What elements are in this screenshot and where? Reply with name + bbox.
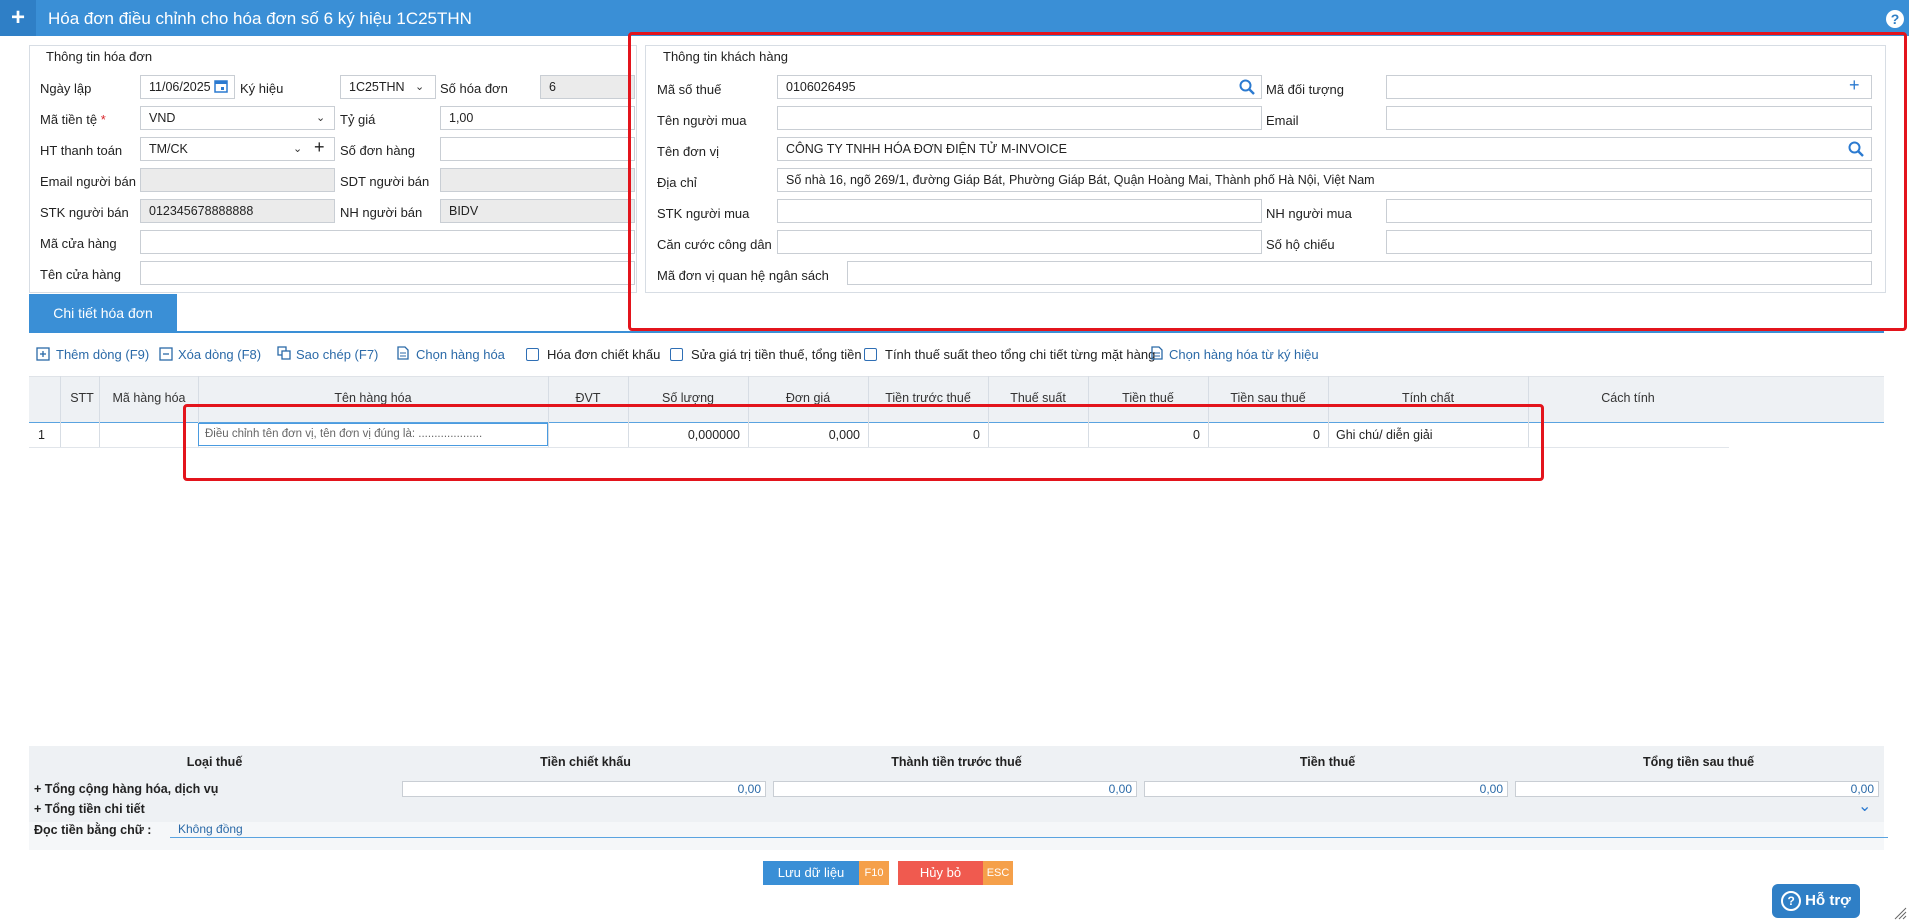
- ma-tien-te-select[interactable]: VND: [140, 106, 335, 130]
- column-header: Thuế suất: [1010, 391, 1066, 405]
- add-row-icon[interactable]: [36, 347, 50, 361]
- column-header: Tiền trước thuế: [885, 391, 971, 405]
- cancel-button[interactable]: Hủy bỏ: [898, 861, 983, 885]
- email-nguoi-ban-field: [140, 168, 335, 192]
- add-icon[interactable]: +: [0, 0, 36, 36]
- row-highlight-box: [183, 404, 1544, 481]
- total-tax-value: 0,00: [1144, 781, 1508, 797]
- sdt-nguoi-ban-label: SDT người bán: [340, 174, 430, 189]
- edit-tax-total-checkbox[interactable]: [670, 348, 683, 361]
- column-header: STT: [70, 391, 94, 405]
- amount-words-label: Đọc tiền bằng chữ :: [34, 823, 152, 837]
- help-button[interactable]: ? Hỗ trợ: [1772, 884, 1860, 918]
- column-header: ĐVT: [575, 391, 601, 405]
- chevron-down-icon[interactable]: ⌄: [293, 142, 302, 155]
- window-title: Hóa đơn điều chỉnh cho hóa đơn số 6 ký h…: [48, 9, 472, 28]
- calc-tax-rate-checkbox[interactable]: [864, 348, 877, 361]
- document-icon[interactable]: [1151, 346, 1163, 360]
- ty-gia-field[interactable]: 1,00: [440, 106, 635, 130]
- so-hoa-don-field: 6: [540, 75, 635, 99]
- email-nguoi-ban-label: Email người bán: [40, 174, 136, 189]
- question-icon: ?: [1781, 891, 1802, 912]
- column-header: Cách tính: [1601, 391, 1655, 405]
- choose-goods-from-symbol-button[interactable]: Chọn hàng hóa từ ký hiệu: [1169, 347, 1319, 362]
- copy-icon[interactable]: [277, 346, 291, 360]
- nh-nguoi-ban-field: BIDV: [440, 199, 635, 223]
- ty-gia-label: Tỷ giá: [340, 112, 376, 127]
- column-header: Tiền thuế: [1122, 391, 1174, 405]
- total-detail-label[interactable]: + Tổng tiền chi tiết: [34, 802, 145, 816]
- ma-cua-hang-field[interactable]: [140, 230, 635, 254]
- calendar-icon[interactable]: [214, 79, 228, 93]
- ma-cua-hang-label: Mã cửa hàng: [40, 236, 117, 251]
- column-header: Tên hàng hóa: [334, 391, 412, 405]
- so-don-hang-label: Số đơn hàng: [340, 143, 416, 158]
- choose-goods-button[interactable]: Chọn hàng hóa: [416, 347, 505, 362]
- help-icon[interactable]: ?: [1886, 10, 1904, 28]
- copy-button[interactable]: Sao chép (F7): [296, 347, 378, 362]
- ngay-lap-label: Ngày lập: [40, 81, 92, 96]
- chevron-down-icon[interactable]: ⌄: [415, 80, 424, 93]
- ma-tien-te-label: Mã tiền tệ *: [40, 112, 106, 127]
- document-icon[interactable]: [397, 346, 409, 360]
- summary-header: Tiền chiết khấu: [540, 755, 631, 769]
- summary-header: Tổng tiền sau thuế: [1642, 755, 1755, 769]
- summary-header: Thành tiền trước thuế: [891, 755, 1022, 769]
- ten-cua-hang-field[interactable]: [140, 261, 635, 285]
- resize-handle-icon[interactable]: [1893, 906, 1907, 920]
- chevron-down-icon[interactable]: ⌄: [1858, 796, 1871, 816]
- chevron-down-icon[interactable]: ⌄: [316, 111, 325, 124]
- ten-cua-hang-label: Tên cửa hàng: [40, 267, 121, 282]
- so-hoa-don-label: Số hóa đơn: [440, 81, 508, 96]
- invoice-info-title: Thông tin hóa đơn: [46, 49, 153, 64]
- tab-underline: [29, 331, 1884, 333]
- total-before-tax-value: 0,00: [773, 781, 1137, 797]
- stk-nguoi-ban-field: 012345678888888: [140, 199, 335, 223]
- add-icon[interactable]: +: [314, 137, 325, 158]
- stk-nguoi-ban-label: STK người bán: [40, 205, 129, 220]
- ht-thanh-toan-label: HT thanh toán: [40, 143, 123, 158]
- save-button[interactable]: Lưu dữ liệu: [763, 861, 859, 885]
- ht-thanh-toan-select[interactable]: TM/CK: [140, 137, 335, 161]
- amount-words-value: Không đồng: [170, 822, 1888, 838]
- calc-tax-rate-label: Tính thuế suất theo tổng chi tiết từng m…: [885, 347, 1156, 362]
- column-header: Đơn giá: [785, 391, 831, 405]
- total-goods-label[interactable]: + Tổng cộng hàng hóa, dịch vụ: [34, 782, 218, 796]
- discount-invoice-label: Hóa đơn chiết khấu: [547, 347, 661, 362]
- edit-tax-total-label: Sửa giá trị tiền thuế, tổng tiền: [691, 347, 862, 362]
- delete-row-button[interactable]: Xóa dòng (F8): [178, 347, 261, 362]
- cancel-shortcut-badge: ESC: [983, 861, 1013, 885]
- so-don-hang-field[interactable]: [440, 137, 635, 161]
- row-index: 1: [38, 428, 45, 442]
- column-header: Số lượng: [661, 391, 714, 405]
- total-discount-value: 0,00: [402, 781, 766, 797]
- column-header: Mã hàng hóa: [112, 391, 186, 405]
- add-row-button[interactable]: Thêm dòng (F9): [56, 347, 149, 362]
- summary-header: Loại thuế: [186, 755, 243, 769]
- total-after-tax-value: 0,00: [1515, 781, 1879, 797]
- tab-chi-tiet-hoa-don[interactable]: Chi tiết hóa đơn: [29, 294, 177, 332]
- discount-invoice-checkbox[interactable]: [526, 348, 539, 361]
- customer-highlight-box: [628, 32, 1907, 331]
- ky-hieu-label: Ký hiệu: [240, 81, 284, 96]
- column-header: Tiền sau thuế: [1230, 391, 1306, 405]
- help-button-label: Hỗ trợ: [1805, 892, 1851, 909]
- save-shortcut-badge: F10: [859, 861, 889, 885]
- sdt-nguoi-ban-field: [440, 168, 635, 192]
- summary-header: Tiền thuế: [1299, 755, 1356, 769]
- nh-nguoi-ban-label: NH người bán: [340, 205, 423, 220]
- column-header: Tính chất: [1401, 391, 1455, 405]
- delete-row-icon[interactable]: [159, 347, 173, 361]
